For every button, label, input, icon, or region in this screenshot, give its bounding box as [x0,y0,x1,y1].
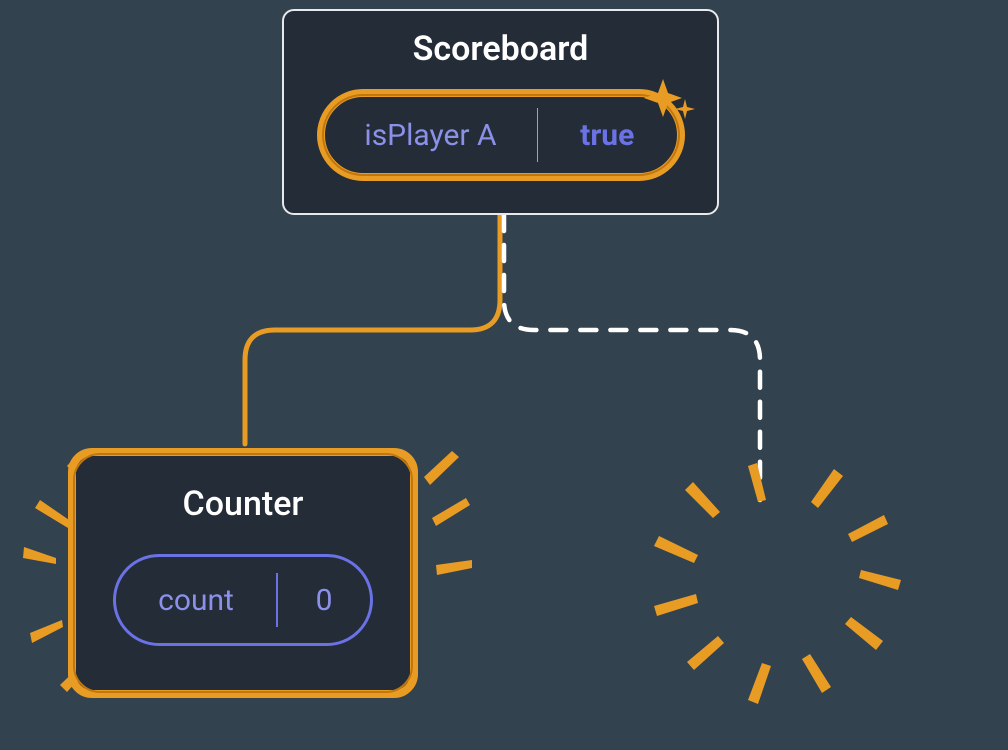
counter-state-value: 0 [278,583,370,618]
scoreboard-state-name: isPlayer A [325,118,537,153]
burst-right [654,463,901,704]
connector-right-dashed [504,215,760,500]
scoreboard-title: Scoreboard [413,29,589,69]
counter-state-name: count [116,583,276,618]
diagram-canvas: Scoreboard isPlayer A true Counter count… [0,0,1008,750]
connector-left-solid [245,215,500,444]
sparkle-icon [637,75,697,135]
counter-state-pill: count 0 [113,554,373,646]
scoreboard-state-pill: isPlayer A true [317,89,685,181]
counter-node: Counter count 0 [68,448,418,698]
counter-title: Counter [183,484,304,524]
scoreboard-node: Scoreboard isPlayer A true [282,9,719,215]
